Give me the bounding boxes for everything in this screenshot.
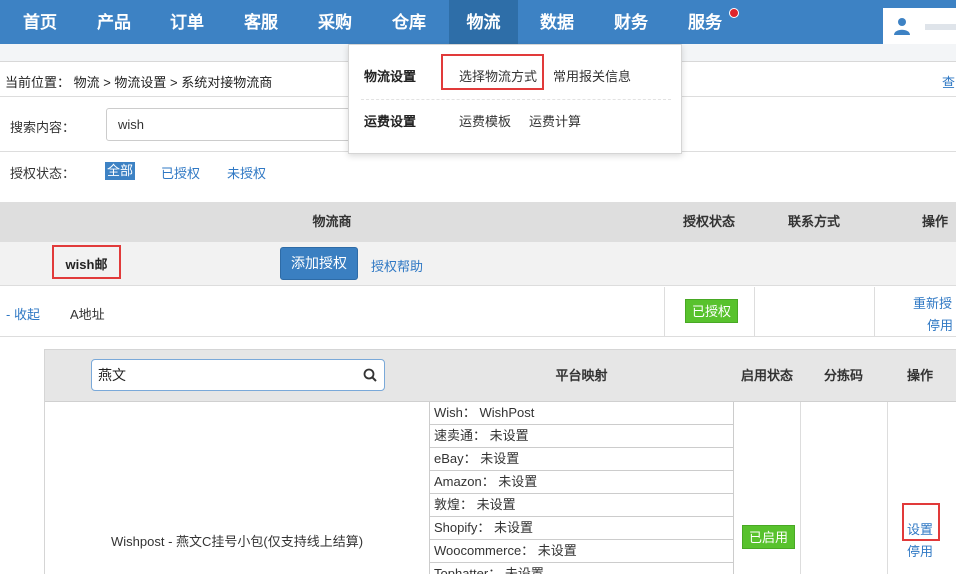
header-sort-code: 分拣码 xyxy=(823,368,863,383)
search-icon[interactable] xyxy=(363,368,377,382)
nav-item-logistics[interactable]: 物流 xyxy=(449,0,518,44)
divider xyxy=(361,99,671,100)
header-platform-mapping: 平台映射 xyxy=(555,368,608,383)
search-label: 搜索内容： xyxy=(10,120,76,135)
logistics-settings-title: 物流设置 xyxy=(364,69,417,84)
mapping-item: Shopify： 未设置 xyxy=(430,517,733,540)
address-row xyxy=(0,287,956,337)
header-auth-status: 授权状态 xyxy=(682,214,735,229)
header-enabled-status: 启用状态 xyxy=(740,368,793,383)
header-ops: 操作 xyxy=(921,214,948,229)
header-contact: 联系方式 xyxy=(787,214,840,229)
breadcrumb-right-link[interactable]: 查 xyxy=(942,72,955,91)
search-input[interactable]: wish xyxy=(106,108,366,141)
service-table: 燕文 平台映射 启用状态 分拣码 操作 Wishpost - 燕文C挂号小包(仅… xyxy=(44,349,956,574)
auth-status-label: 授权状态： xyxy=(10,166,76,181)
breadcrumb: 当前位置： 物流 > 物流设置 > 系统对接物流商 xyxy=(5,75,273,90)
mapping-item: Amazon： 未设置 xyxy=(430,471,733,494)
divider xyxy=(874,287,875,337)
mapping-item: eBay： 未设置 xyxy=(430,448,733,471)
filter-authorized[interactable]: 已授权 xyxy=(161,163,200,182)
menu-item-fee-template[interactable]: 运费模板 xyxy=(459,111,511,130)
service-table-header: 燕文 平台映射 启用状态 分拣码 操作 xyxy=(45,350,956,402)
disable-service-link[interactable]: 停用 xyxy=(907,541,933,560)
filter-unauthorized[interactable]: 未授权 xyxy=(227,163,266,182)
provider-group-row xyxy=(0,242,956,286)
settings-link[interactable]: 设置 xyxy=(907,519,933,538)
service-search-value: 燕文 xyxy=(98,367,126,383)
top-nav: 首页 产品 订单 客服 采购 仓库 物流 数据 财务 服务 xyxy=(0,0,956,44)
nav-item-orders[interactable]: 订单 xyxy=(159,0,215,44)
mapping-item: 敦煌： 未设置 xyxy=(430,494,733,517)
nav-item-home[interactable]: 首页 xyxy=(12,0,68,44)
user-icon xyxy=(894,18,910,35)
platform-mapping-list: Wish： WishPost 速卖通： 未设置 eBay： 未设置 Amazon… xyxy=(429,402,734,574)
divider xyxy=(664,287,665,337)
nav-item-purchasing[interactable]: 采购 xyxy=(307,0,363,44)
divider xyxy=(800,402,801,574)
notification-dot xyxy=(729,8,739,18)
service-search-input[interactable]: 燕文 xyxy=(91,359,385,391)
menu-item-customs-info[interactable]: 常用报关信息 xyxy=(553,66,631,85)
logistics-dropdown: 物流设置 选择物流方式 常用报关信息 运费设置 运费模板 运费计算 xyxy=(348,44,682,154)
mapping-item: Wish： WishPost xyxy=(430,402,733,425)
nav-item-finance[interactable]: 财务 xyxy=(603,0,659,44)
authorization-help-link[interactable]: 授权帮助 xyxy=(371,256,423,275)
nav-item-products[interactable]: 产品 xyxy=(86,0,142,44)
reauthorize-link[interactable]: 重新授 xyxy=(913,293,952,312)
header-service-ops: 操作 xyxy=(906,368,933,383)
shipping-fee-settings-title: 运费设置 xyxy=(364,114,417,129)
address-name: A地址 xyxy=(70,307,105,322)
enabled-badge: 已启用 xyxy=(742,525,796,549)
header-provider: 物流商 xyxy=(312,214,352,229)
menu-item-fee-calculator[interactable]: 运费计算 xyxy=(529,111,581,130)
nav-item-warehouse[interactable]: 仓库 xyxy=(381,0,437,44)
mapping-item: Tophatter： 未设置 xyxy=(430,563,733,574)
filter-all[interactable]: 全部 xyxy=(105,162,135,180)
user-menu[interactable] xyxy=(883,8,956,44)
nav-item-customer-service[interactable]: 客服 xyxy=(233,0,289,44)
add-authorization-button[interactable]: 添加授权 xyxy=(280,247,358,280)
username-placeholder xyxy=(925,24,956,30)
provider-name: wish邮 xyxy=(52,245,121,279)
table-header: 物流商 授权状态 联系方式 操作 xyxy=(0,202,956,242)
menu-item-select-shipping-method[interactable]: 选择物流方式 xyxy=(459,66,537,85)
mapping-item: Woocommerce： 未设置 xyxy=(430,540,733,563)
disable-link[interactable]: 停用 xyxy=(927,315,953,334)
nav-item-data[interactable]: 数据 xyxy=(529,0,585,44)
divider xyxy=(754,287,755,337)
nav-item-service[interactable]: 服务 xyxy=(677,0,733,44)
service-name: Wishpost - 燕文C挂号小包(仅支持线上结算) xyxy=(111,534,364,549)
mapping-item: 速卖通： 未设置 xyxy=(430,425,733,448)
collapse-link[interactable]: - 收起 xyxy=(6,304,40,323)
authorized-badge: 已授权 xyxy=(685,299,739,323)
divider xyxy=(887,402,888,574)
